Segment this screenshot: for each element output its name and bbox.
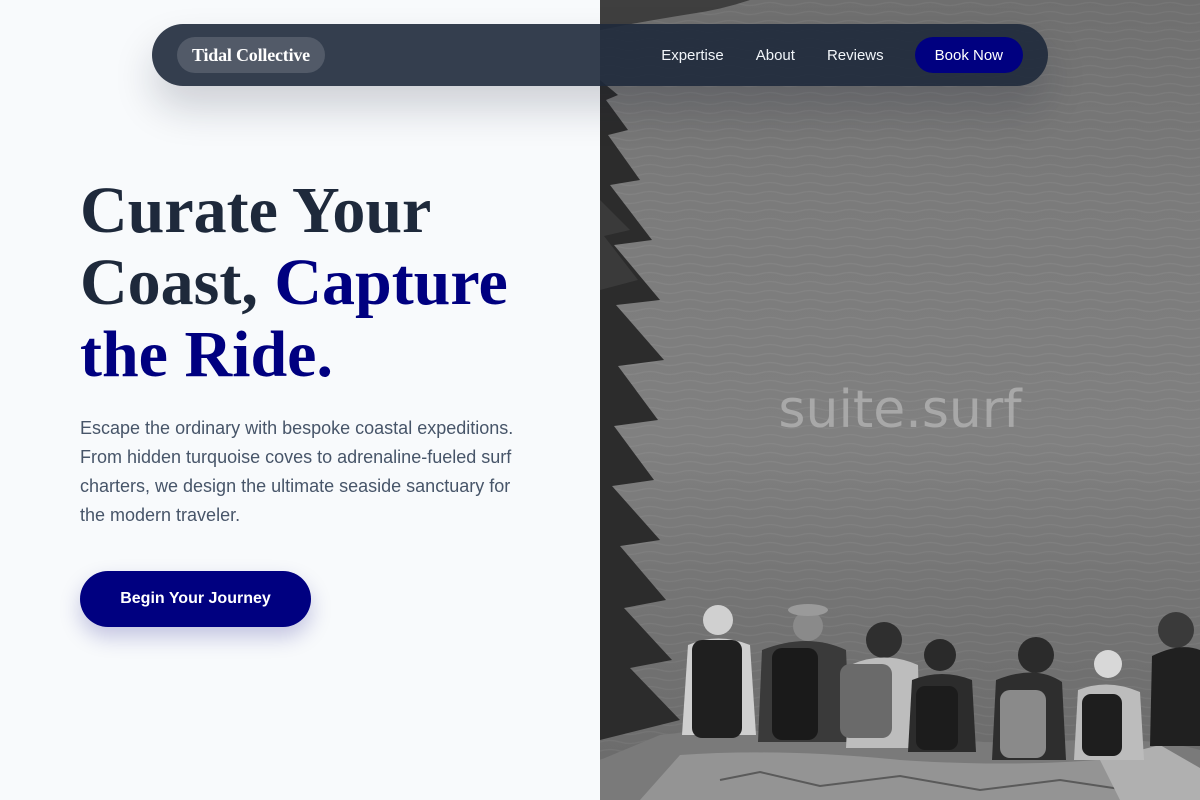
- hero-photo: suite.surf: [600, 0, 1200, 800]
- headline-line-2: Coast,: [80, 246, 275, 319]
- book-now-button[interactable]: Book Now: [914, 37, 1023, 73]
- hero-headline: Curate Your Coast, Capture the Ride.: [80, 175, 590, 391]
- nav-link-about[interactable]: About: [756, 47, 795, 64]
- headline-line-3: the Ride.: [80, 318, 333, 391]
- brand-logo[interactable]: Tidal Collective: [177, 37, 325, 73]
- hero-left-panel: Curate Your Coast, Capture the Ride. Esc…: [0, 0, 600, 800]
- hero-description: Escape the ordinary with bespoke coastal…: [80, 418, 514, 525]
- begin-journey-button[interactable]: Begin Your Journey: [80, 571, 311, 627]
- top-navigation-bar: Tidal Collective Expertise About Reviews…: [152, 24, 1048, 86]
- headline-accent-word: Capture: [274, 246, 508, 319]
- nav-link-reviews[interactable]: Reviews: [827, 47, 884, 64]
- nav-links: Expertise About Reviews Book Now: [661, 37, 1023, 73]
- watermark-text: suite.surf: [778, 380, 1022, 440]
- headline-line-1: Curate Your: [80, 174, 432, 247]
- nav-link-expertise[interactable]: Expertise: [661, 47, 724, 64]
